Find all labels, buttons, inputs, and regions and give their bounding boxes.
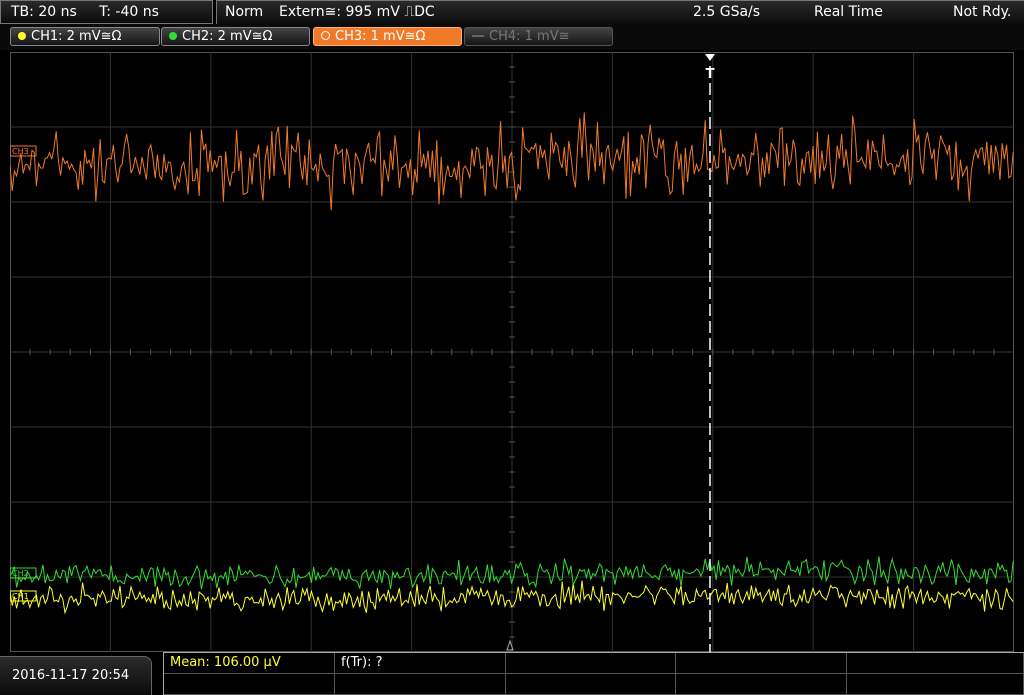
status-bar: Norm Extern≅: 995 mV ⎍DC 2.5 GSa/s Real … <box>216 0 1024 24</box>
ch4-dash-icon <box>472 35 484 37</box>
ch2-marker-label: CH2 <box>12 569 29 578</box>
ch1-marker-label: CH1 <box>12 592 29 601</box>
sample-rate: 2.5 GSa/s <box>693 4 761 20</box>
trigger-mode[interactable]: Norm <box>225 1 263 23</box>
tab-ch3[interactable]: CH3: 1 mV≅Ω <box>313 27 462 46</box>
trigger-time-value: T: -40 ns <box>99 4 159 20</box>
trigger-source[interactable]: Extern≅: 995 mV ⎍DC <box>279 1 435 23</box>
ch1-label: CH1: 2 mV≅Ω <box>31 29 122 44</box>
ch1-marker[interactable]: CH1 <box>10 590 37 602</box>
measurement-slot-4[interactable] <box>676 653 847 674</box>
trigger-frequency-measurement[interactable]: f(Tr): ? <box>335 653 506 674</box>
timebase-value: TB: 20 ns <box>11 4 77 20</box>
tab-ch4[interactable]: CH4: 1 mV≅ <box>464 27 613 46</box>
measurement-slot-9[interactable] <box>676 674 847 695</box>
tab-ch1[interactable]: CH1: 2 mV≅Ω <box>10 27 160 46</box>
trigger-arrow-icon <box>705 54 715 61</box>
ch3-label: CH3: 1 mV≅Ω <box>335 29 426 44</box>
measurement-slot-3[interactable] <box>506 653 676 674</box>
ch2-label: CH2: 2 mV≅Ω <box>182 29 273 44</box>
datetime-display: 2016-11-17 20:54 <box>0 656 152 695</box>
ch3-marker-label: CH3 <box>12 147 29 156</box>
acquisition-mode[interactable]: Real Time <box>814 1 883 23</box>
ch1-dot-icon <box>18 32 26 40</box>
ch3-dot-icon <box>321 31 330 40</box>
mean-measurement[interactable]: Mean: 106.00 µV <box>164 653 335 674</box>
ch4-label: CH4: 1 mV≅ <box>489 29 570 44</box>
measurement-slot-8[interactable] <box>506 674 676 695</box>
grid <box>10 52 1014 652</box>
bottom-bar: 2016-11-17 20:54 Mean: 106.00 µV f(Tr): … <box>0 652 1024 695</box>
channel-tabs: CH1: 2 mV≅Ω CH2: 2 mV≅Ω CH3: 1 mV≅Ω CH4:… <box>0 24 1024 50</box>
tab-ch2[interactable]: CH2: 2 mV≅Ω <box>161 27 310 46</box>
measurement-slot-7[interactable] <box>335 674 506 695</box>
ch2-dot-icon <box>169 32 177 40</box>
measurement-slot-6[interactable] <box>164 674 335 695</box>
timebase-panel[interactable]: TB: 20 ns T: -40 ns <box>0 0 213 24</box>
run-status[interactable]: Not Rdy. <box>953 1 1011 23</box>
measurement-slot-5[interactable] <box>847 653 1024 674</box>
trigger-marker-label: T <box>706 67 715 82</box>
waveform-display[interactable]: T CH3 CH2 CH1 <box>10 52 1014 652</box>
measurement-panel[interactable]: Mean: 106.00 µV f(Tr): ? <box>163 652 1024 695</box>
measurement-slot-10[interactable] <box>847 674 1024 695</box>
